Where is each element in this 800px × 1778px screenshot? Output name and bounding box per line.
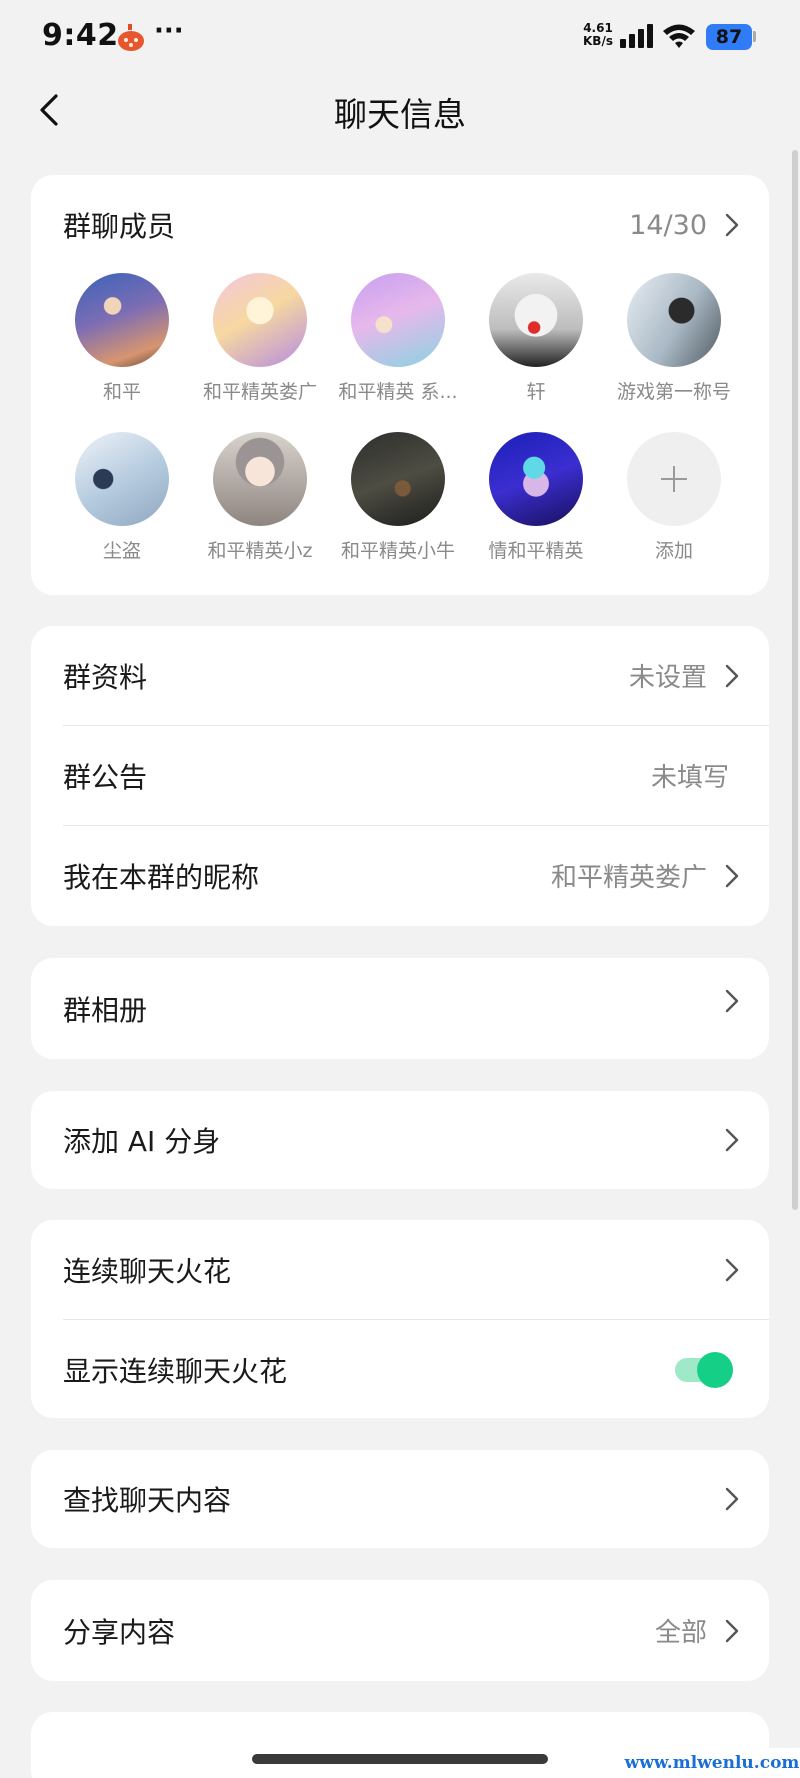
avatar [489, 273, 583, 367]
avatar [75, 273, 169, 367]
search-card: 查找聊天内容 [31, 1450, 769, 1548]
member-avatar-item[interactable]: 尘盗 [53, 432, 191, 563]
member-name: 和平精英小z [207, 540, 313, 562]
network-speed: 4.61 KB/s [583, 21, 613, 48]
member-name: 和平精英小牛 [340, 540, 455, 562]
member-name: 和平精英娄广 [202, 381, 317, 403]
share-card: 分享内容 全部 [31, 1580, 769, 1681]
album-card: 群相册 [31, 958, 769, 1059]
toggle-knob [697, 1351, 733, 1388]
group-announcement-label: 群公告 [63, 760, 148, 794]
chevron-right-icon[interactable] [725, 213, 739, 237]
status-bar: 9:42 ··· 4.61 KB/s 87 [0, 0, 800, 72]
group-announcement-value: 未填写 [650, 763, 729, 793]
shared-content-label: 分享内容 [63, 1615, 176, 1649]
group-album-row[interactable]: 群相册 [31, 958, 769, 1059]
plus-icon [627, 432, 721, 526]
scrollbar[interactable] [792, 150, 798, 1210]
my-nickname-value: 和平精英娄广 [550, 863, 707, 893]
member-name: 情和平精英 [488, 540, 584, 562]
more-notifications-icon: ··· [154, 16, 184, 46]
my-nickname-label: 我在本群的昵称 [63, 860, 260, 894]
streak-card: 连续聊天火花 显示连续聊天火花 [31, 1220, 769, 1418]
shared-content-value: 全部 [654, 1618, 707, 1648]
group-announcement-row[interactable]: 群公告 未填写 [31, 726, 769, 825]
group-profile-value: 未设置 [628, 663, 707, 693]
chevron-right-icon [725, 1258, 739, 1281]
member-avatar-item[interactable]: 情和平精英 [467, 432, 605, 563]
avatar [75, 432, 169, 526]
member-name: 和平 [102, 381, 141, 403]
show-streak-toggle[interactable] [675, 1351, 733, 1388]
search-chat-label: 查找聊天内容 [63, 1484, 232, 1517]
member-avatar-item[interactable]: 和平精英 系... [329, 273, 467, 404]
show-streak-row: 显示连续聊天火花 [31, 1320, 769, 1418]
chevron-right-icon [725, 864, 739, 887]
status-time: 9:42 [42, 18, 119, 53]
show-streak-label: 显示连续聊天火花 [63, 1354, 288, 1388]
chevron-right-icon [725, 1619, 739, 1642]
member-avatar-item[interactable]: 和平精英小牛 [329, 432, 467, 563]
my-nickname-row[interactable]: 我在本群的昵称 和平精英娄广 [31, 826, 769, 925]
signal-icon [620, 24, 653, 48]
group-profile-label: 群资料 [63, 660, 148, 694]
nav-bar: 聊天信息 [0, 72, 800, 148]
chat-streak-label: 连续聊天火花 [63, 1254, 232, 1288]
member-avatar-item[interactable]: 和平 [53, 273, 191, 404]
avatar [213, 432, 307, 526]
member-avatar-item[interactable]: 和平精英娄广 [191, 273, 329, 404]
shared-content-row[interactable]: 分享内容 全部 [31, 1580, 769, 1681]
avatar [351, 432, 445, 526]
member-name: 和平精英 系... [338, 381, 458, 403]
member-avatar-item[interactable]: 游戏第一称号 [605, 273, 743, 404]
members-card: 群聊成员 14/30 和平 和平精英娄广 和平精英 系... 轩 游戏第一称号 … [31, 175, 769, 595]
notification-app-icon [118, 24, 144, 51]
add-ai-clone-row[interactable]: 添加 AI 分身 [31, 1091, 769, 1189]
members-header: 群聊成员 14/30 [31, 175, 769, 275]
avatar [351, 273, 445, 367]
battery-tip [753, 31, 756, 42]
add-member-label: 添加 [654, 540, 693, 562]
group-profile-row[interactable]: 群资料 未设置 [31, 626, 769, 725]
avatar [213, 273, 307, 367]
member-name: 轩 [526, 381, 546, 403]
group-info-card: 群资料 未设置 群公告 未填写 我在本群的昵称 和平精英娄广 [31, 626, 769, 926]
wifi-icon [663, 24, 695, 48]
chevron-right-icon [725, 1128, 739, 1152]
add-member-button[interactable]: 添加 [605, 432, 743, 563]
member-name: 尘盗 [102, 540, 141, 562]
chevron-right-icon [725, 664, 739, 687]
add-ai-clone-label: 添加 AI 分身 [63, 1125, 221, 1158]
battery-icon: 87 [706, 24, 752, 50]
member-avatar-item[interactable]: 轩 [467, 273, 605, 404]
avatar [627, 273, 721, 367]
member-name: 游戏第一称号 [616, 381, 731, 403]
member-avatar-item[interactable]: 和平精英小z [191, 432, 329, 563]
watermark: www.mlwenlu.com [624, 1748, 800, 1778]
chevron-right-icon [725, 1487, 739, 1511]
members-count[interactable]: 14/30 [629, 210, 707, 241]
home-indicator[interactable] [252, 1754, 548, 1764]
chevron-right-icon [725, 989, 739, 1012]
page-title: 聊天信息 [334, 95, 466, 134]
avatar [489, 432, 583, 526]
group-album-label: 群相册 [63, 993, 148, 1027]
ai-clone-card: 添加 AI 分身 [31, 1091, 769, 1189]
chat-streak-row[interactable]: 连续聊天火花 [31, 1220, 769, 1319]
search-chat-row[interactable]: 查找聊天内容 [31, 1450, 769, 1548]
members-label: 群聊成员 [63, 210, 176, 243]
